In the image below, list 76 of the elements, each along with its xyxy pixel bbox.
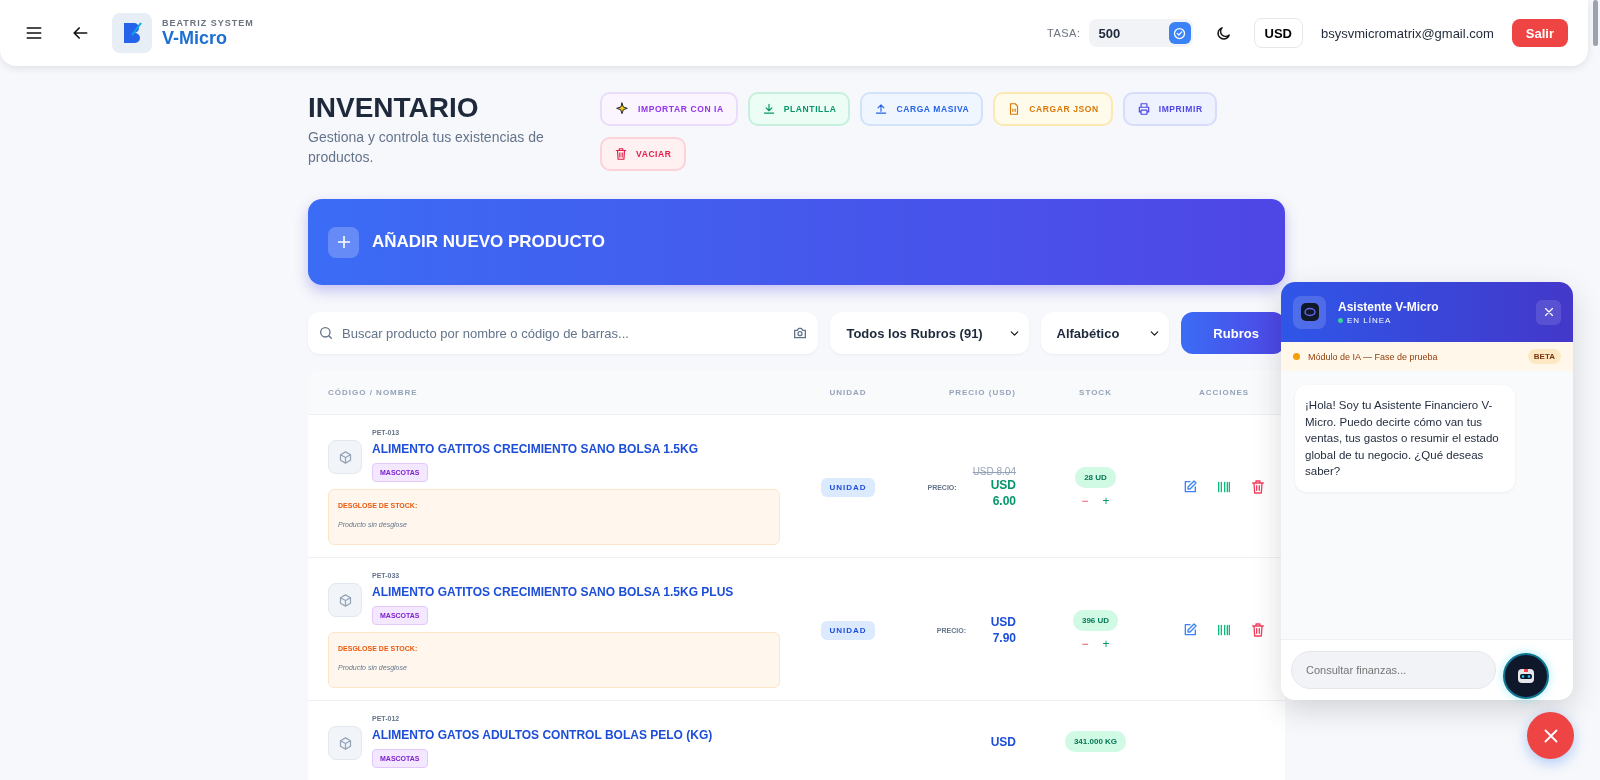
decrease-button[interactable]: − bbox=[1081, 636, 1089, 651]
upload-icon bbox=[874, 102, 889, 116]
download-icon bbox=[761, 102, 776, 116]
column-header: ACCIONES bbox=[1197, 387, 1251, 397]
edit-icon bbox=[1182, 479, 1198, 495]
delete-button[interactable] bbox=[1250, 479, 1266, 495]
product-name[interactable]: ALIMENTO GATITOS CRECIMIENTO SANO BOLSA 1.5KG bbox=[372, 442, 699, 456]
edit-button[interactable] bbox=[1182, 622, 1198, 638]
search-icon bbox=[318, 325, 334, 341]
barcode-icon bbox=[1216, 622, 1232, 638]
printer-icon bbox=[1136, 102, 1151, 116]
stock-badge: 28 UD bbox=[1075, 466, 1116, 488]
action-button[interactable]: IMPORTAR CON IA bbox=[600, 92, 738, 126]
close-chat-button[interactable] bbox=[1527, 712, 1574, 759]
chat-input[interactable]: Consultar finanzas... bbox=[1291, 651, 1496, 689]
increase-button[interactable]: + bbox=[1102, 636, 1110, 651]
currency-button[interactable]: USD bbox=[1253, 18, 1303, 48]
rate-label: TASA: bbox=[1047, 27, 1081, 39]
delete-button[interactable] bbox=[1250, 622, 1266, 638]
assistant-message: ¡Hola! Soy tu Asistente Financiero V-Micro. Puedo decirte cómo van tus ventas, tus gastos o resumir el estado global de tu negocio. ¿Qué deseas saber? bbox=[1295, 385, 1515, 492]
beta-badge: BETA bbox=[1527, 349, 1561, 364]
unit-badge: UNIDAD bbox=[821, 620, 875, 640]
trash-icon bbox=[1250, 479, 1266, 495]
user-email: bsysvmicromatrix@gmail.com bbox=[1321, 25, 1494, 41]
confirm-button[interactable] bbox=[1168, 22, 1191, 44]
plus-icon bbox=[328, 226, 359, 258]
product-name[interactable]: ALIMENTO GATOS ADULTOS CONTROL BOLAS PELO (KG) bbox=[372, 728, 713, 742]
status-dot-icon bbox=[1293, 353, 1300, 360]
column-header: STOCK bbox=[1078, 387, 1113, 397]
action-button[interactable]: VACIAR bbox=[600, 137, 686, 171]
trash-icon bbox=[614, 147, 628, 161]
sparkle-icon bbox=[614, 101, 630, 117]
action-button[interactable]: PLANTILLA bbox=[747, 92, 851, 126]
trash-icon bbox=[1250, 622, 1266, 638]
brand-title: V-Micro bbox=[162, 27, 228, 49]
decrease-button[interactable]: − bbox=[1081, 493, 1089, 508]
product-name[interactable]: ALIMENTO GATITOS CRECIMIENTO SANO BOLSA 1.5KG PLUS bbox=[372, 585, 734, 599]
edit-button[interactable] bbox=[1182, 479, 1198, 495]
page-subtitle: Gestiona y controla tus existencias de productos. bbox=[308, 128, 545, 168]
price-value: USD 6.00 bbox=[989, 476, 1016, 509]
logo-icon bbox=[112, 13, 152, 53]
moon-icon bbox=[1214, 24, 1232, 42]
stock-badge: 341.000 KG bbox=[1064, 731, 1127, 752]
column-header: CÓDIGO / NOMBRE bbox=[327, 387, 419, 397]
edit-icon bbox=[1182, 622, 1198, 638]
action-button[interactable]: CARGA MASIVA bbox=[860, 92, 984, 126]
action-button[interactable]: CARGAR JSON bbox=[993, 92, 1113, 126]
stock-badge: 396 UD bbox=[1072, 609, 1119, 631]
rate-field[interactable]: 500 bbox=[1088, 19, 1193, 47]
barcode-icon bbox=[1216, 479, 1232, 495]
scrollbar-thumb[interactable] bbox=[1593, 0, 1598, 46]
unit-badge: UNIDAD bbox=[821, 477, 875, 497]
barcode-button[interactable] bbox=[1216, 622, 1232, 638]
logout-button[interactable]: Salir bbox=[1511, 19, 1568, 47]
column-header: PRECIO (USD) bbox=[947, 387, 1017, 397]
category-select[interactable]: Todos los Rubros (91) bbox=[830, 312, 1029, 354]
action-button[interactable]: IMPRIMIR bbox=[1122, 92, 1217, 126]
increase-button[interactable]: + bbox=[1102, 493, 1110, 508]
column-header: UNIDAD bbox=[828, 387, 868, 397]
chat-title: Asistente V-Micro bbox=[1338, 299, 1440, 314]
notice-text: Módulo de IA — Fase de prueba bbox=[1308, 351, 1439, 362]
camera-icon bbox=[792, 325, 809, 341]
add-product-label: AÑADIR NUEVO PRODUCTO bbox=[372, 232, 605, 252]
page-title: INVENTARIO bbox=[308, 92, 480, 124]
price-value: USD 7.90 bbox=[989, 614, 1016, 646]
add-product-button[interactable]: AÑADIR NUEVO PRODUCTO bbox=[308, 199, 1285, 285]
chat-status: EN LÍNEA bbox=[1338, 315, 1524, 325]
old-price: USD 8.04 bbox=[972, 465, 1016, 477]
close-button[interactable] bbox=[1536, 299, 1561, 325]
price-value: USD bbox=[989, 733, 1016, 750]
check-circle-icon bbox=[1172, 25, 1188, 41]
sort-select[interactable]: Alfabético bbox=[1040, 312, 1170, 354]
search-field[interactable]: Buscar producto por nombre o código de barras... bbox=[308, 312, 819, 354]
barcode-button[interactable] bbox=[1216, 479, 1232, 495]
assistant-avatar-icon bbox=[1293, 295, 1326, 329]
brand-subtitle: BEATRIZ SYSTEM bbox=[162, 17, 254, 28]
